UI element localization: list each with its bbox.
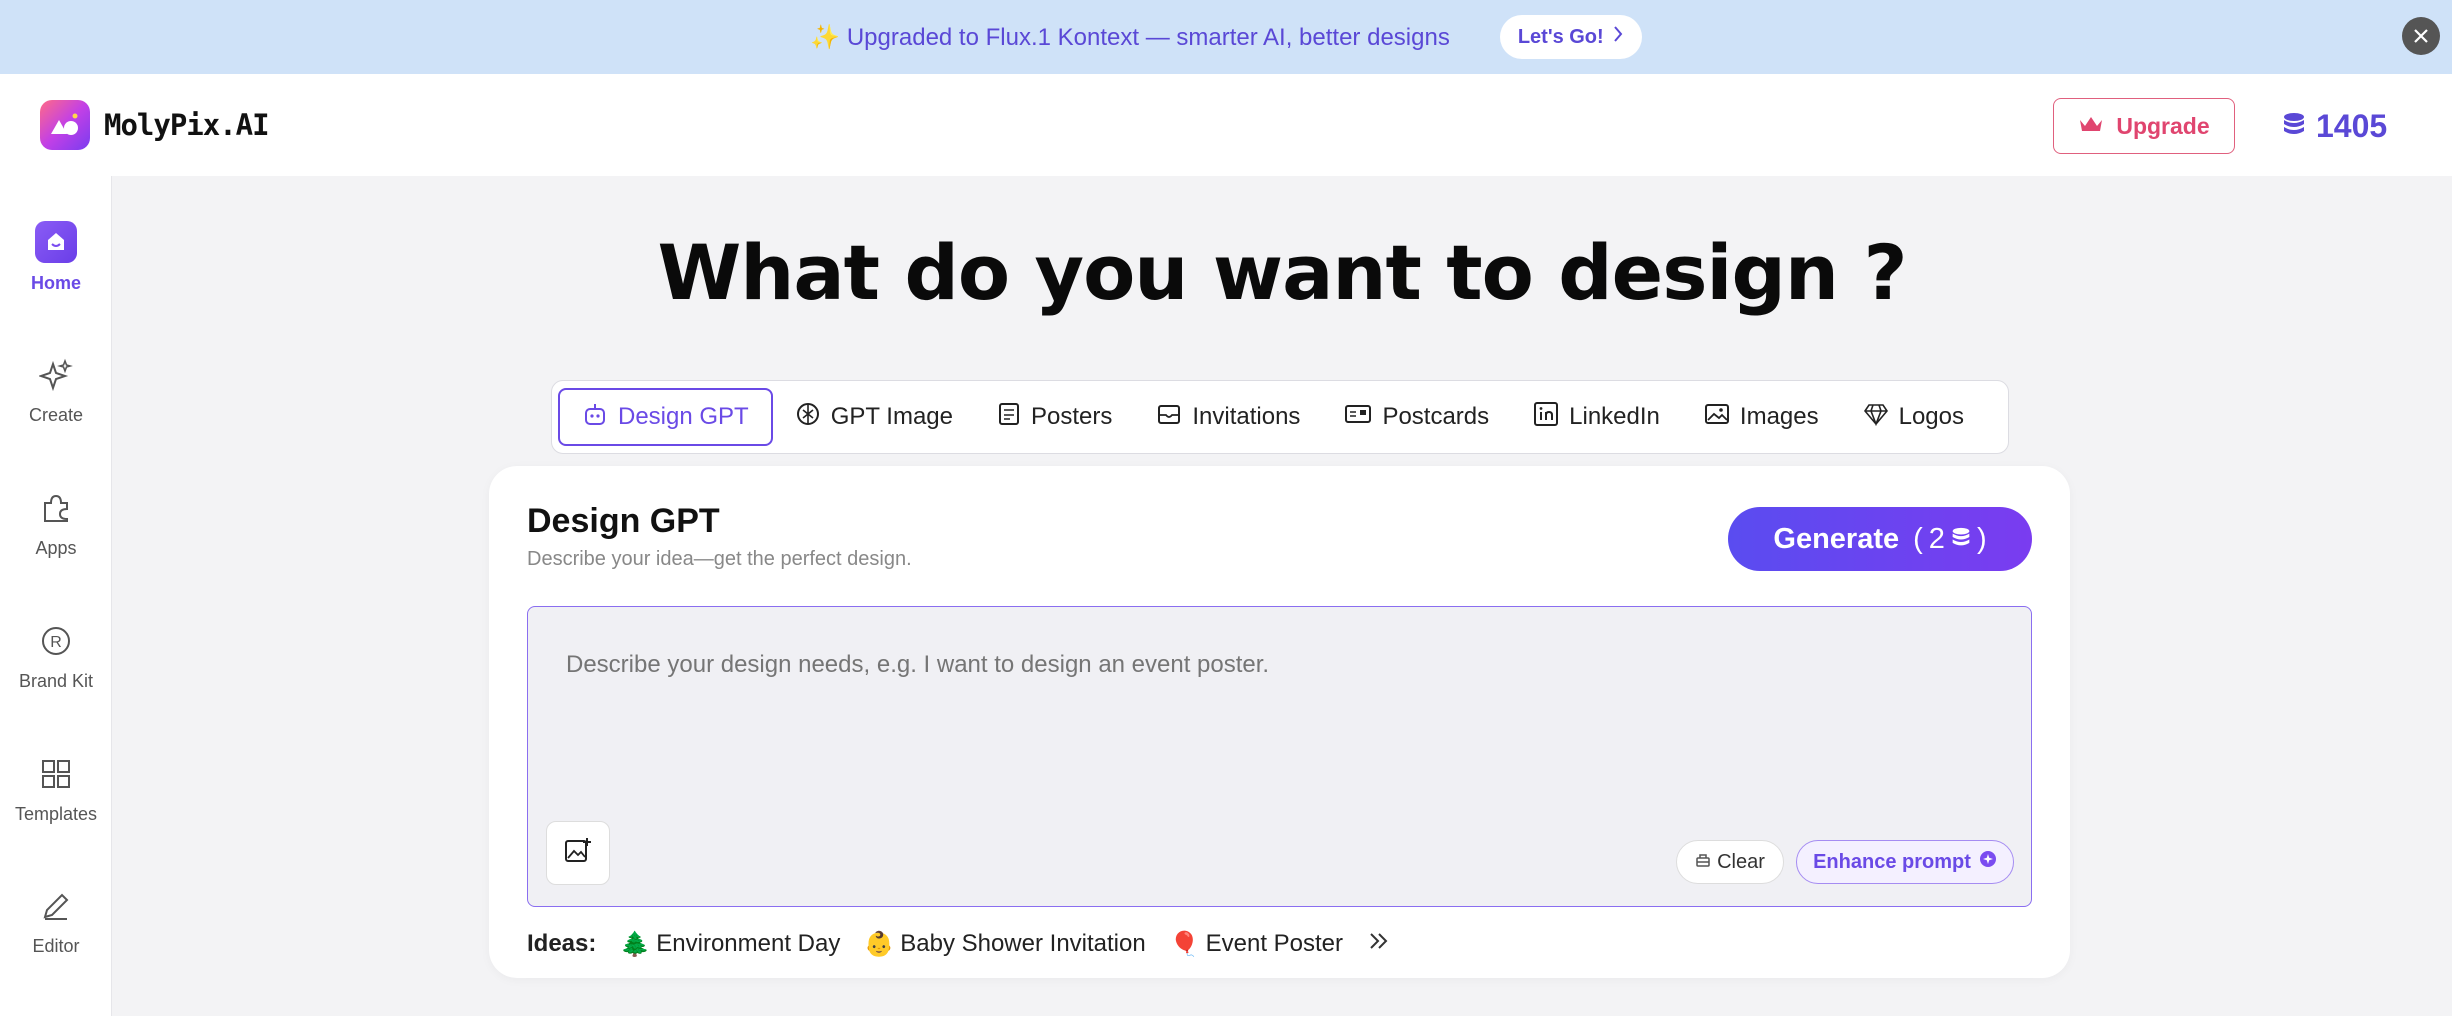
upload-image-button[interactable] <box>546 821 610 885</box>
coins-icon <box>2282 108 2306 145</box>
chevron-right-icon <box>1612 25 1624 49</box>
svg-text:R: R <box>50 634 62 651</box>
prompt-input[interactable] <box>566 651 1986 679</box>
envelope-icon <box>1156 401 1182 434</box>
paren-open: ( <box>1913 522 1923 555</box>
sidebar-item-apps[interactable]: Apps <box>0 468 112 578</box>
announcement-banner: ✨ Upgraded to Flux.1 Kontext — smarter A… <box>0 0 2452 74</box>
generate-button[interactable]: Generate ( 2 ) <box>1728 507 2032 571</box>
banner-text: ✨ Upgraded to Flux.1 Kontext — smarter A… <box>810 23 1450 51</box>
crown-icon <box>2078 113 2104 140</box>
linkedin-icon <box>1533 401 1559 434</box>
idea-label: Baby Shower Invitation <box>900 930 1146 957</box>
design-type-tabs: Design GPT GPT Image Posters Invitations… <box>551 380 2009 454</box>
tab-label: Design GPT <box>618 403 749 430</box>
sidebar: Home Create Apps R Brand Kit Templates E… <box>0 176 112 1016</box>
tab-label: GPT Image <box>830 403 953 430</box>
sidebar-item-home[interactable]: Home <box>0 202 112 312</box>
cost-value: 2 <box>1928 522 1945 555</box>
generate-label: Generate <box>1773 522 1900 555</box>
tab-label: LinkedIn <box>1569 403 1660 430</box>
sidebar-item-label: Create <box>28 404 84 425</box>
ideas-label: Ideas: <box>527 930 597 957</box>
sidebar-item-label: Home <box>30 272 81 293</box>
enhance-label: Enhance prompt <box>1813 850 1971 873</box>
diamond-icon <box>1863 402 1889 433</box>
pencil-icon <box>36 886 76 926</box>
idea-chip[interactable]: 👶 Baby Shower Invitation <box>864 930 1145 959</box>
clear-label: Clear <box>1717 850 1765 873</box>
tab-label: Invitations <box>1192 403 1301 430</box>
idea-emoji: 👶 <box>864 930 895 958</box>
brand-name: MolyPix.AI <box>104 108 270 142</box>
registered-icon: R <box>36 621 76 661</box>
magic-icon <box>1979 850 1997 874</box>
sidebar-item-brand-kit[interactable]: R Brand Kit <box>0 601 112 711</box>
idea-chip[interactable]: 🎈 Event Poster <box>1170 930 1343 959</box>
generate-cost: ( 2 ) <box>1913 523 1986 556</box>
idea-label: Environment Day <box>656 930 841 957</box>
sidebar-item-label: Brand Kit <box>18 670 94 691</box>
close-icon[interactable] <box>2402 17 2440 55</box>
credits-balance[interactable]: 1405 <box>2282 104 2387 148</box>
tab-posters[interactable]: Posters <box>975 388 1134 446</box>
tab-logos[interactable]: Logos <box>1841 388 1986 446</box>
eraser-icon <box>1695 851 1711 874</box>
card-title: Design GPT <box>527 502 720 540</box>
robot-icon <box>582 401 608 434</box>
upgrade-button[interactable]: Upgrade <box>2053 98 2235 154</box>
idea-chip[interactable]: 🌲 Environment Day <box>620 930 840 959</box>
sidebar-item-create[interactable]: Create <box>0 335 112 445</box>
sidebar-item-label: Editor <box>32 935 80 956</box>
sparkles-icon <box>36 355 76 395</box>
tab-invitations[interactable]: Invitations <box>1134 388 1322 446</box>
clear-button[interactable]: Clear <box>1676 840 1784 884</box>
lets-go-button[interactable]: Let's Go! <box>1499 15 1642 59</box>
top-header: MolyPix.AI Upgrade 1405 <box>0 74 2452 176</box>
prompt-box: Clear Enhance prompt <box>527 606 2032 907</box>
postcard-icon <box>1344 402 1372 433</box>
design-gpt-card: Design GPT Describe your idea—get the pe… <box>489 466 2070 978</box>
upgrade-label: Upgrade <box>2116 112 2210 139</box>
tab-images[interactable]: Images <box>1682 388 1841 446</box>
idea-emoji: 🌲 <box>620 930 651 958</box>
idea-label: Event Poster <box>1205 930 1344 957</box>
tab-postcards[interactable]: Postcards <box>1322 388 1511 446</box>
credits-count: 1405 <box>2316 107 2388 144</box>
tab-gpt-image[interactable]: GPT Image <box>773 388 975 446</box>
tab-linkedin[interactable]: LinkedIn <box>1511 388 1682 446</box>
enhance-prompt-button[interactable]: Enhance prompt <box>1796 840 2014 884</box>
double-chevron-right-icon[interactable] <box>1367 930 1391 959</box>
puzzle-icon <box>36 488 76 528</box>
tab-label: Logos <box>1898 403 1964 430</box>
logo-icon <box>40 100 90 150</box>
sidebar-item-label: Apps <box>35 537 77 558</box>
ideas-row: Ideas: 🌲 Environment Day 👶 Baby Shower I… <box>527 924 1391 964</box>
card-subtitle: Describe your idea—get the perfect desig… <box>527 548 912 570</box>
tab-label: Posters <box>1031 403 1113 430</box>
sidebar-item-label: Templates <box>14 803 98 824</box>
tab-label: Images <box>1739 403 1819 430</box>
home-icon <box>35 220 77 263</box>
paren-close: ) <box>1976 522 1987 555</box>
poster-icon <box>997 401 1021 434</box>
tab-design-gpt[interactable]: Design GPT <box>558 388 773 446</box>
sidebar-item-templates[interactable]: Templates <box>0 734 112 844</box>
openai-icon <box>795 401 821 434</box>
lets-go-label: Let's Go! <box>1517 25 1604 48</box>
page-title: What do you want to design ? <box>657 228 1907 317</box>
brand-logo[interactable]: MolyPix.AI <box>40 100 270 150</box>
image-icon <box>1704 402 1730 433</box>
sidebar-item-editor[interactable]: Editor <box>0 866 112 976</box>
grid-icon <box>36 754 76 794</box>
coins-icon <box>1951 523 1971 556</box>
image-add-icon <box>563 836 593 871</box>
tab-label: Postcards <box>1382 403 1490 430</box>
idea-emoji: 🎈 <box>1169 930 1200 958</box>
